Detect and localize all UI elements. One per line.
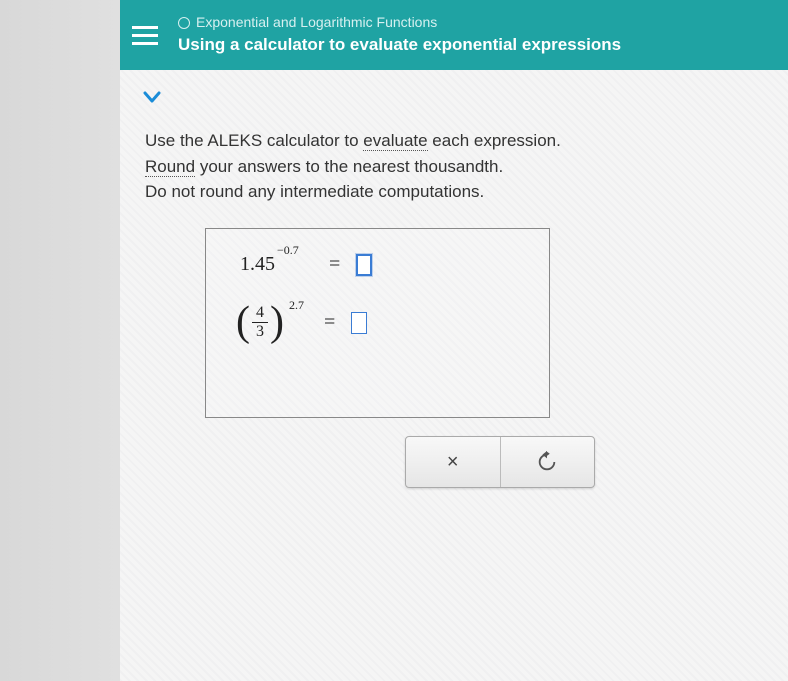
header-category: Exponential and Logarithmic Functions [178,13,621,33]
expr2-fraction: 4 3 [252,304,268,341]
expr2-base: ( 4 3 ) 2.7 [236,304,284,341]
instr-line3: Do not round any intermediate computatio… [145,179,561,205]
expression-1: 1.45 −0.7 = [240,253,525,276]
round-link[interactable]: Round [145,157,195,177]
work-box: 1.45 −0.7 = ( 4 3 ) 2.7 = [205,228,550,418]
header-text: Exponential and Logarithmic Functions Us… [178,13,621,56]
reset-icon [536,451,558,473]
right-paren: ) [270,306,284,340]
header-title: Using a calculator to evaluate exponenti… [178,33,621,57]
menu-icon[interactable] [132,20,162,50]
expr2-equals: = [324,311,335,334]
expr2-exponent: 2.7 [289,298,304,313]
header-bar: Exponential and Logarithmic Functions Us… [120,0,788,70]
category-label: Exponential and Logarithmic Functions [196,13,437,33]
instr-line1b: each expression. [428,131,561,150]
expr1-base: 1.45 −0.7 [240,253,275,276]
expression-2: ( 4 3 ) 2.7 = [236,304,525,341]
left-paren: ( [236,306,250,340]
reset-button[interactable] [501,437,595,487]
instr-line1a: Use the ALEKS calculator to [145,131,363,150]
expr1-base-value: 1.45 [240,253,275,275]
expr2-answer-input[interactable] [351,312,367,334]
expr2-numerator: 4 [252,304,268,323]
evaluate-link[interactable]: evaluate [363,131,427,151]
expr2-denominator: 3 [252,323,268,341]
chevron-down-icon[interactable] [140,85,164,109]
expr1-exponent: −0.7 [275,243,299,258]
instr-line2b: your answers to the nearest thousandth. [195,157,503,176]
expr1-equals: = [329,253,340,276]
clear-button[interactable]: × [406,437,501,487]
instructions: Use the ALEKS calculator to evaluate eac… [145,128,561,205]
action-button-row: × [405,436,595,488]
x-icon: × [447,451,459,474]
circle-icon [178,17,190,29]
expr1-answer-input[interactable] [356,254,372,276]
